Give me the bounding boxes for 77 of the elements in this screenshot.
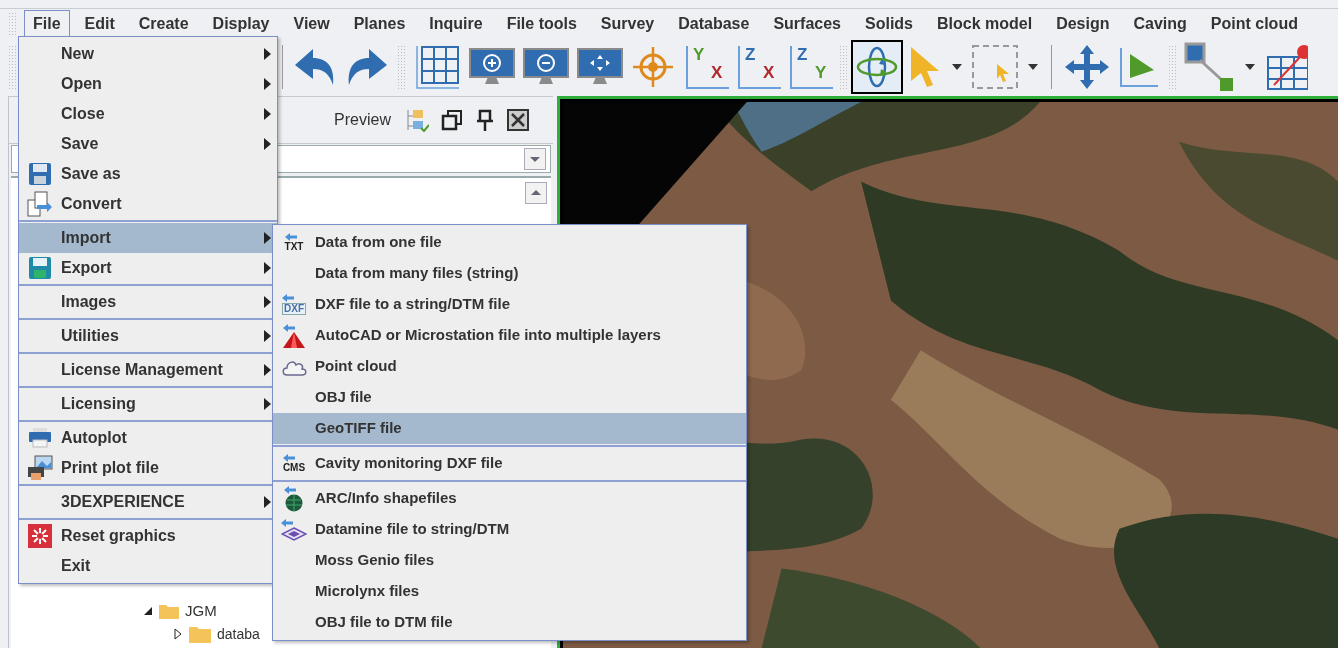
layers-icon	[281, 526, 307, 541]
menu-item[interactable]: Save	[19, 129, 277, 159]
menu-bar-item[interactable]: Planes	[344, 9, 415, 38]
tree-item-label[interactable]: databa	[217, 623, 260, 645]
zoom-out-icon	[523, 47, 569, 87]
menu-bar-item[interactable]: Edit	[75, 9, 124, 38]
scroll-up-icon[interactable]	[525, 182, 547, 204]
menu-bar-item[interactable]: File	[24, 9, 70, 38]
zoom-in-icon	[469, 47, 515, 87]
menu-item[interactable]: GeoTIFF file	[273, 413, 746, 444]
axes-view-button[interactable]: Z X	[731, 40, 783, 94]
printer-icon	[28, 428, 52, 448]
menu-bar-item[interactable]: Surfaces	[764, 9, 850, 38]
menu-bar-item[interactable]: View	[284, 9, 339, 38]
menu-item[interactable]: Close	[19, 99, 277, 129]
arrow-icon	[281, 518, 293, 527]
axes-view-button[interactable]: Z Y	[783, 40, 835, 94]
menu-item[interactable]: New	[19, 39, 277, 69]
caret-icon	[524, 148, 546, 170]
menu-bar-item[interactable]: Caving	[1124, 9, 1196, 38]
panel-title: Preview	[334, 110, 391, 130]
tree-toggle-icon[interactable]	[173, 628, 183, 640]
convert-document-icon	[27, 191, 53, 217]
grid-edit-icon	[1264, 43, 1308, 91]
node-link-icon	[1184, 42, 1236, 92]
restore-window-icon[interactable]	[441, 109, 463, 131]
caret-icon	[1028, 64, 1038, 70]
menu-bar-item[interactable]: Design	[1047, 9, 1119, 38]
menu-bar-item[interactable]: Create	[129, 9, 198, 38]
arrow-icon	[284, 485, 296, 494]
caret-icon	[1245, 64, 1255, 70]
menu-item[interactable]: Import	[19, 223, 277, 253]
menu-bar-item[interactable]: Inquire	[420, 9, 492, 38]
tree-icon[interactable]	[405, 108, 429, 132]
reset-graphics-icon	[28, 524, 52, 548]
arrow-icon	[282, 294, 294, 302]
triangle-icon	[1118, 46, 1160, 88]
tree-item-label[interactable]: JGM	[185, 599, 217, 623]
fit-view-icon	[577, 47, 623, 87]
target-icon	[631, 45, 675, 89]
menu-bar-item[interactable]: Block model	[928, 9, 1042, 38]
menu-item[interactable]: CMS Cavity monitoring DXF file	[273, 448, 746, 479]
arrow-icon	[283, 323, 295, 332]
menu-item[interactable]: Open	[19, 69, 277, 99]
arrow-icon	[282, 454, 295, 462]
file-type-label: CMS	[282, 463, 306, 473]
menu-item[interactable]: Moss Genio files	[273, 545, 746, 576]
axes-view-button[interactable]: Y X	[679, 40, 731, 94]
move-icon	[1064, 44, 1110, 90]
menu-bar-item[interactable]: File tools	[497, 9, 586, 38]
menu-bar-item[interactable]: Survey	[591, 9, 664, 38]
folder-icon	[189, 625, 211, 643]
menu-item[interactable]: OBJ file to DTM file	[273, 607, 746, 638]
tree-toggle-icon[interactable]	[143, 606, 153, 616]
menu-item[interactable]: Datamine file to string/DTM	[273, 514, 746, 545]
pin-icon[interactable]	[475, 109, 495, 131]
menu-item[interactable]: Save as	[19, 159, 277, 189]
folder-icon	[159, 603, 179, 619]
close-icon[interactable]	[507, 109, 529, 131]
file-type-label: DXF	[282, 303, 306, 315]
print-preview-icon	[27, 455, 53, 481]
file-type-label: TXT	[284, 242, 304, 252]
tool-button[interactable]	[851, 40, 903, 94]
menu-bar-item[interactable]: Database	[669, 9, 759, 38]
globe-icon	[284, 493, 304, 512]
menu-item[interactable]: Microlynx files	[273, 576, 746, 607]
arrow-icon	[284, 233, 297, 241]
menu-bar-item[interactable]: Display	[203, 9, 279, 38]
rotate-icon	[855, 45, 899, 89]
grid-icon	[413, 44, 461, 90]
menu-bar-item[interactable]: Point cloud	[1201, 9, 1307, 38]
menu-item[interactable]: Data from many files (string)	[273, 258, 746, 289]
pyramid-icon	[283, 331, 305, 348]
caret-icon	[952, 64, 962, 70]
menu-bar-item[interactable]: Solids	[856, 9, 922, 38]
menu-item[interactable]: Convert	[19, 189, 277, 219]
box-select-icon	[971, 44, 1019, 90]
